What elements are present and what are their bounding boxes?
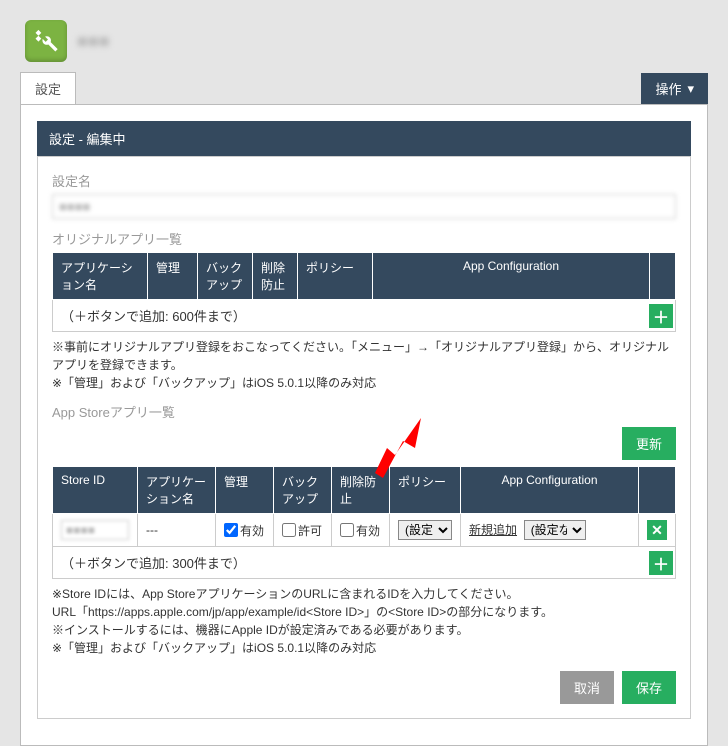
backup-checkbox-label: 許可 bbox=[298, 522, 322, 539]
store-id-input[interactable] bbox=[61, 520, 129, 540]
manage-checkbox-cell[interactable]: 有効 bbox=[224, 522, 265, 539]
th-as-config: App Configuration bbox=[461, 467, 639, 514]
th-as-delete: 削除防止 bbox=[332, 467, 390, 514]
chevron-down-icon: ▾ bbox=[687, 81, 694, 97]
manage-checkbox[interactable] bbox=[224, 523, 238, 537]
appstore-add-button[interactable]: ＋ bbox=[649, 551, 673, 575]
new-add-link[interactable]: 新規追加 bbox=[469, 523, 517, 537]
action-dropdown-label: 操作 bbox=[655, 79, 681, 98]
tab-settings[interactable]: 設定 bbox=[20, 72, 76, 104]
th-as-backup: バックアップ bbox=[274, 467, 332, 514]
th-store-id: Store ID bbox=[53, 467, 138, 514]
policy-select[interactable]: (設定 bbox=[398, 520, 452, 540]
th-manage: 管理 bbox=[148, 253, 198, 300]
th-backup: バックアップ bbox=[198, 253, 253, 300]
main-panel: 設定 - 編集中 設定名 オリジナルアプリ一覧 アプリケーション名 管理 バック… bbox=[20, 104, 708, 746]
tabs-row: 設定 操作 ▾ bbox=[0, 72, 728, 104]
cell-app-name: --- bbox=[138, 514, 216, 547]
original-apps-note: ※事前にオリジナルアプリ登録をおこなってください。「メニュー」→「オリジナルアプ… bbox=[52, 338, 676, 392]
th-policy: ポリシー bbox=[298, 253, 373, 300]
section-header: 設定 - 編集中 bbox=[37, 121, 691, 156]
app-title: ■■■ bbox=[77, 31, 110, 52]
action-dropdown[interactable]: 操作 ▾ bbox=[641, 73, 708, 104]
appstore-apps-note: ※Store IDには、App StoreアプリケーションのURLに含まれるID… bbox=[52, 585, 676, 657]
appstore-add-row: （＋ボタンで追加: 300件まで） ＋ bbox=[52, 547, 676, 579]
backup-checkbox-cell[interactable]: 許可 bbox=[282, 522, 323, 539]
delete-checkbox-label: 有効 bbox=[356, 522, 380, 539]
th-as-manage: 管理 bbox=[216, 467, 274, 514]
inner-panel: 設定名 オリジナルアプリ一覧 アプリケーション名 管理 バックアップ 削除防止 … bbox=[37, 156, 691, 719]
delete-checkbox[interactable] bbox=[340, 523, 354, 537]
backup-checkbox[interactable] bbox=[282, 523, 296, 537]
update-button[interactable]: 更新 bbox=[622, 427, 676, 460]
app-header: ■■■ bbox=[0, 0, 728, 72]
tools-icon bbox=[25, 20, 67, 62]
table-row: --- 有効 許可 bbox=[53, 514, 676, 547]
appstore-add-text: （＋ボタンで追加: 300件まで） bbox=[53, 547, 254, 578]
setting-name-input[interactable] bbox=[52, 194, 676, 219]
setting-name-label: 設定名 bbox=[52, 171, 676, 190]
save-button[interactable]: 保存 bbox=[622, 671, 676, 704]
delete-checkbox-cell[interactable]: 有効 bbox=[340, 522, 381, 539]
delete-button[interactable]: ✕ bbox=[647, 520, 667, 540]
original-apps-table: アプリケーション名 管理 バックアップ 削除防止 ポリシー App Config… bbox=[52, 252, 676, 300]
th-as-action bbox=[639, 467, 676, 514]
th-as-app-name: アプリケーション名 bbox=[138, 467, 216, 514]
original-add-row: （＋ボタンで追加: 600件まで） ＋ bbox=[52, 300, 676, 332]
config-select[interactable]: (設定な bbox=[524, 520, 586, 540]
original-add-text: （＋ボタンで追加: 600件まで） bbox=[53, 300, 254, 331]
th-action bbox=[650, 253, 676, 300]
original-apps-label: オリジナルアプリ一覧 bbox=[52, 229, 676, 248]
th-delete-prevent: 削除防止 bbox=[253, 253, 298, 300]
appstore-apps-label: App Storeアプリ一覧 bbox=[52, 402, 676, 421]
th-app-config: App Configuration bbox=[373, 253, 650, 300]
th-as-policy: ポリシー bbox=[390, 467, 461, 514]
manage-checkbox-label: 有効 bbox=[240, 522, 264, 539]
cancel-button[interactable]: 取消 bbox=[560, 671, 614, 704]
original-add-button[interactable]: ＋ bbox=[649, 304, 673, 328]
appstore-apps-table: Store ID アプリケーション名 管理 バックアップ 削除防止 ポリシー A… bbox=[52, 466, 676, 547]
th-app-name: アプリケーション名 bbox=[53, 253, 148, 300]
